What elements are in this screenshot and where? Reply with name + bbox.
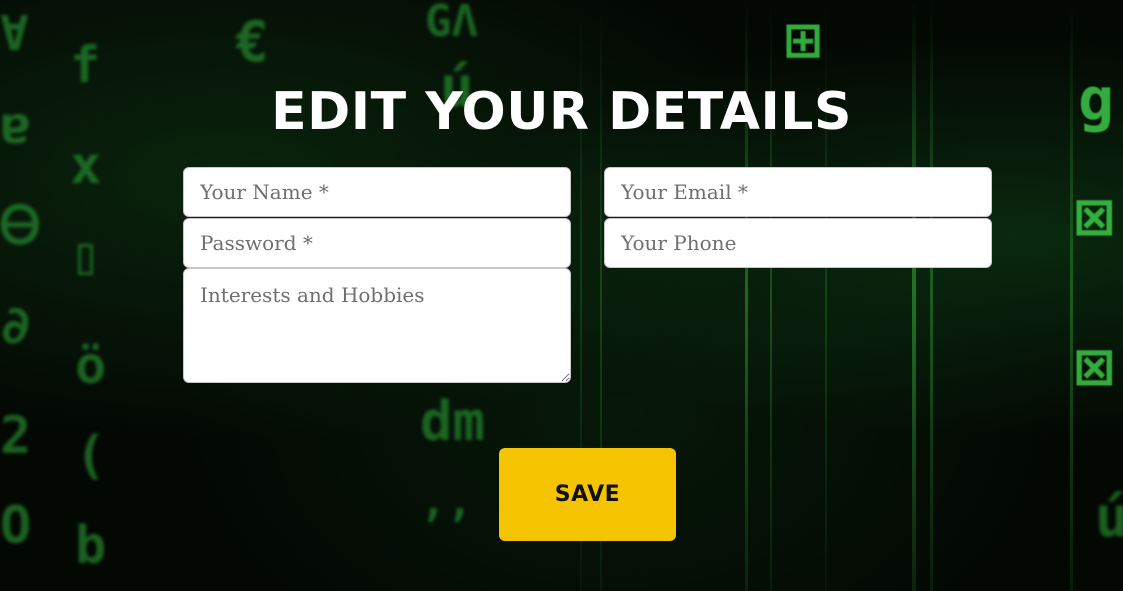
matrix-glyph: 2 <box>0 406 32 466</box>
matrix-glyph: ⊞ <box>785 5 822 75</box>
password-input[interactable] <box>183 218 571 268</box>
email-input[interactable] <box>604 167 992 217</box>
interests-textarea[interactable] <box>183 268 571 383</box>
matrix-glyph: ,, <box>420 476 473 527</box>
matrix-glyph: ( <box>75 426 107 486</box>
save-button[interactable]: SAVE <box>499 448 676 541</box>
matrix-glyph: ö <box>75 336 107 396</box>
name-input[interactable] <box>183 167 571 217</box>
matrix-glyph: ⊠ <box>1075 180 1114 254</box>
matrix-glyph: ∀ <box>0 6 29 62</box>
matrix-glyph: dm <box>420 390 486 453</box>
matrix-glyph: Ꮎ <box>0 196 41 256</box>
matrix-glyph: b <box>75 516 107 576</box>
matrix-glyph: ⊠ <box>1075 330 1114 404</box>
matrix-glyph: € <box>235 10 269 75</box>
phone-input[interactable] <box>604 218 992 268</box>
matrix-glyph: GΛ <box>425 0 478 47</box>
matrix-glyph: ú <box>1095 485 1123 550</box>
matrix-glyph: x <box>70 136 102 196</box>
matrix-glyph: ∂ <box>0 296 32 356</box>
matrix-glyph: ▯ <box>70 226 102 286</box>
matrix-glyph: O <box>0 496 32 556</box>
page-title: EDIT YOUR DETAILS <box>271 82 852 142</box>
